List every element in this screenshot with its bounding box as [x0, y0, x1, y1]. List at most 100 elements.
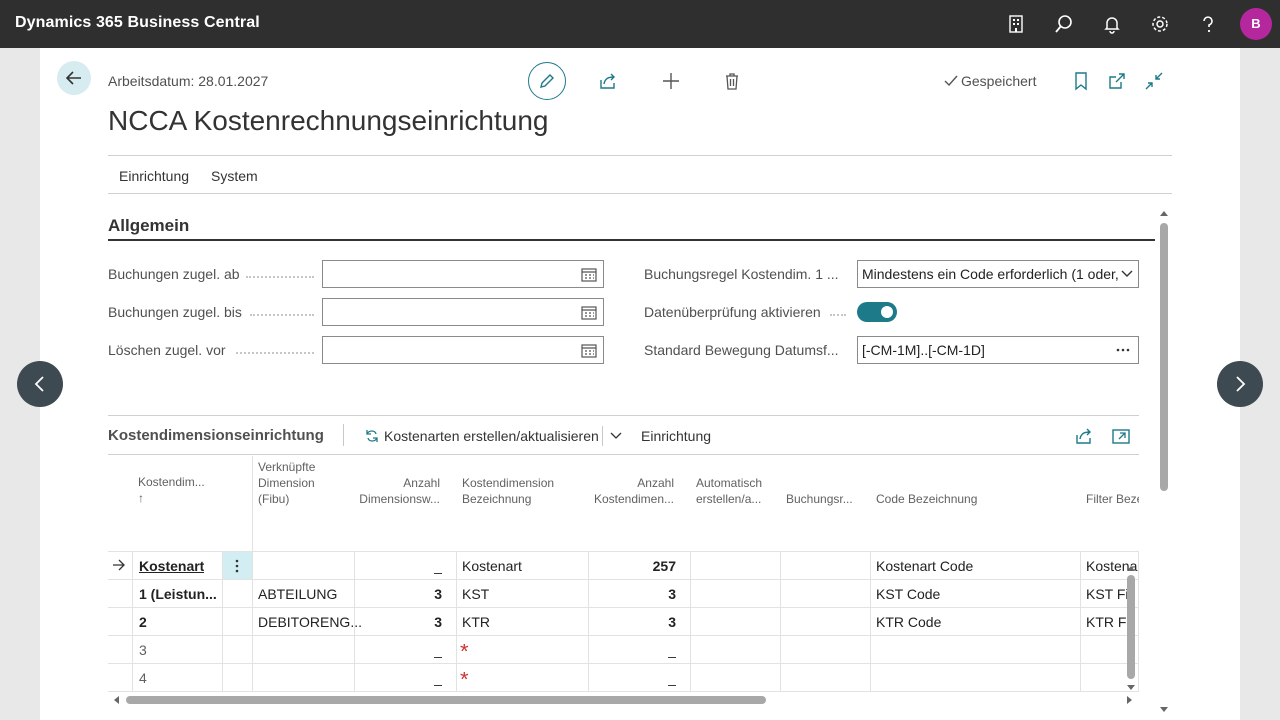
header-line: Code Bezeichnung — [876, 492, 978, 506]
column-header-dim-value-count[interactable]: Anzahl Dimensionsw... — [352, 475, 440, 507]
app-title[interactable]: Dynamics 365 Business Central — [15, 14, 260, 32]
cell-dim-value-count[interactable]: 3 — [358, 586, 442, 602]
column-header-posting-rule[interactable]: Buchungsr... — [786, 491, 853, 507]
page-scrollbar[interactable] — [1160, 223, 1168, 491]
header-line: Dimension — [258, 476, 315, 490]
menu-setup[interactable]: Einrichtung — [119, 168, 189, 184]
bookmark-icon[interactable] — [1070, 70, 1092, 92]
cell-cost-dim-count[interactable]: 257 — [596, 558, 676, 574]
collapse-icon[interactable] — [1143, 70, 1165, 92]
cell-linked-dimension[interactable]: DEBITORENG... — [258, 614, 362, 630]
column-header-linked-dimension[interactable]: Verknüpfte Dimension (Fibu) — [258, 459, 315, 507]
page-title: NCCA Kostenrechnungseinrichtung — [108, 105, 549, 136]
add-icon[interactable] — [660, 70, 682, 92]
grid-scroll-down-icon[interactable] — [1126, 684, 1136, 692]
cell-code-description[interactable]: KST Code — [876, 586, 940, 602]
cell-filter-description[interactable]: KTR Fi — [1086, 614, 1130, 630]
table-row[interactable]: 5 _ * _ — [108, 691, 1139, 692]
cell-dim-value-count[interactable]: _ — [358, 642, 442, 658]
row-actions-button[interactable] — [222, 552, 253, 579]
header-line: Anzahl — [637, 476, 674, 490]
more-options-icon[interactable] — [1116, 348, 1130, 352]
cell-code[interactable]: Kostenart — [139, 558, 204, 574]
header-line: Anzahl — [403, 476, 440, 490]
grid-scroll-up-icon[interactable] — [1126, 564, 1136, 572]
cell-code[interactable]: 3 — [139, 642, 147, 658]
gear-icon[interactable] — [1149, 13, 1171, 35]
next-record-button[interactable] — [1217, 361, 1263, 407]
cell-description[interactable]: KTR — [462, 614, 490, 630]
back-button[interactable] — [57, 61, 91, 95]
column-header-code-description[interactable]: Code Bezeichnung — [876, 491, 977, 507]
table-row[interactable]: 3 _ * _ — [108, 635, 1139, 663]
help-icon[interactable] — [1197, 13, 1219, 35]
calendar-icon[interactable] — [581, 305, 597, 320]
cell-cost-dim-count[interactable]: 3 — [596, 586, 676, 602]
cell-dim-value-count[interactable]: _ — [358, 558, 442, 574]
grid-vertical-scrollbar[interactable] — [1127, 575, 1135, 679]
posting-allowed-to-input[interactable] — [322, 298, 604, 326]
table-row[interactable]: 2 DEBITORENG... 3 KTR 3 KTR Code KTR Fi — [108, 607, 1139, 635]
date-formula-input[interactable]: [-CM-1M]..[-CM-1D] — [857, 336, 1139, 364]
share-icon[interactable] — [1073, 425, 1095, 447]
cell-dim-value-count[interactable]: 3 — [358, 614, 442, 630]
cell-cost-dim-count[interactable]: 3 — [596, 614, 676, 630]
cell-cost-dim-count[interactable]: _ — [596, 642, 676, 658]
edit-button[interactable] — [528, 62, 566, 100]
table-row[interactable]: 4 _ * _ — [108, 663, 1139, 691]
calendar-icon[interactable] — [581, 343, 597, 358]
column-header-description[interactable]: Kostendimension Bezeichnung — [462, 475, 554, 507]
bell-icon[interactable] — [1101, 13, 1123, 35]
cell-description[interactable]: Kostenart — [462, 558, 522, 574]
section-title-general[interactable]: Allgemein — [108, 216, 189, 236]
cell-code-description[interactable]: KTR Code — [876, 614, 941, 630]
table-row[interactable]: Kostenart _ Kostenart 257 Kostenart Code… — [108, 551, 1139, 579]
search-icon[interactable] — [1053, 13, 1075, 35]
cell-cost-dim-count[interactable]: _ — [596, 670, 676, 686]
open-new-window-icon[interactable] — [1106, 70, 1128, 92]
column-header-auto-create[interactable]: Automatisch erstellen/a... — [696, 475, 762, 507]
header-line: Automatisch — [696, 476, 763, 490]
column-header-filter-description[interactable]: Filter Beze — [1086, 491, 1139, 507]
current-row-arrow-icon — [113, 559, 125, 571]
chevron-down-icon[interactable] — [610, 432, 622, 440]
cell-filter-description[interactable]: KST Fi — [1086, 586, 1129, 602]
date-formula-value: [-CM-1M]..[-CM-1D] — [862, 342, 985, 358]
column-separator — [354, 551, 355, 692]
data-check-toggle[interactable] — [857, 302, 897, 322]
subpage-title[interactable]: Kostendimensionseinrichtung — [108, 427, 324, 444]
menu-system[interactable]: System — [211, 168, 258, 184]
delete-allowed-before-input[interactable] — [322, 336, 604, 364]
cell-description[interactable]: KST — [462, 586, 489, 602]
scroll-down-icon[interactable] — [1159, 706, 1169, 714]
scroll-left-icon[interactable] — [112, 695, 120, 705]
expand-icon[interactable] — [1110, 425, 1132, 447]
leader-dots — [250, 314, 314, 316]
posting-rule-select[interactable]: Mindestens ein Code erforderlich (1 oder… — [857, 260, 1139, 288]
cell-code[interactable]: 1 (Leistun... — [139, 586, 217, 602]
company-icon[interactable] — [1005, 13, 1027, 35]
table-row[interactable]: 1 (Leistun... ABTEILUNG 3 KST 3 KST Code… — [108, 579, 1139, 607]
column-separator — [456, 551, 457, 692]
cell-code-description[interactable]: Kostenart Code — [876, 558, 973, 574]
scroll-up-icon[interactable] — [1159, 209, 1169, 217]
share-icon[interactable] — [597, 70, 619, 92]
previous-record-button[interactable] — [17, 361, 63, 407]
create-cost-types-action[interactable]: Kostenarten erstellen/aktualisieren — [384, 428, 599, 444]
cell-linked-dimension[interactable]: ABTEILUNG — [258, 586, 337, 602]
cell-dim-value-count[interactable]: _ — [358, 670, 442, 686]
calendar-icon[interactable] — [581, 267, 597, 282]
subpage-setup-action[interactable]: Einrichtung — [641, 428, 711, 444]
divider — [108, 155, 1172, 156]
delete-icon[interactable] — [721, 70, 743, 92]
header-line: Kostendimension — [462, 476, 555, 490]
column-header-cost-dim-count[interactable]: Anzahl Kostendimen... — [592, 475, 674, 507]
grid-horizontal-scrollbar[interactable] — [126, 696, 766, 704]
cell-code[interactable]: 2 — [139, 614, 147, 630]
label-posting-rule: Buchungsregel Kostendim. 1 ... — [644, 266, 839, 282]
avatar[interactable]: B — [1240, 8, 1272, 40]
column-header-cost-dim[interactable]: Kostendim... ↑ — [138, 474, 205, 506]
scroll-right-icon[interactable] — [1126, 695, 1134, 705]
posting-allowed-from-input[interactable] — [322, 260, 604, 288]
cell-code[interactable]: 4 — [139, 670, 147, 686]
